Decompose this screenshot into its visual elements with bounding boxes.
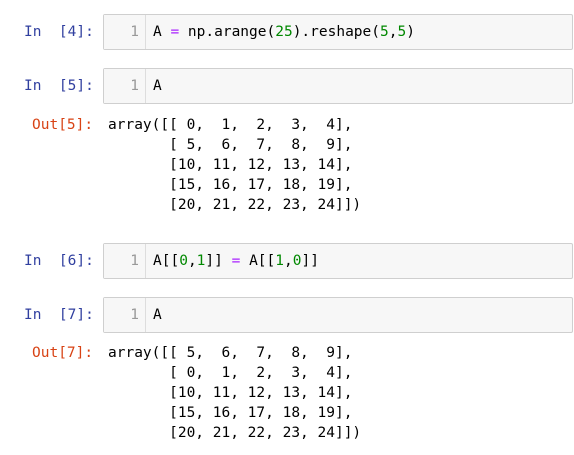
input-prompt: In [4]: [24, 24, 94, 40]
code-token: ]] [301, 253, 319, 269]
code-line[interactable]: A [153, 305, 162, 325]
code-input-box[interactable]: 1 A [103, 297, 573, 333]
code-line[interactable]: A[[0,1]] = A[[1,0]] [153, 251, 319, 271]
line-gutter: 1 [104, 244, 146, 278]
input-prompt: In [7]: [24, 307, 94, 323]
code-number: 5 [397, 24, 407, 40]
code-input-box[interactable]: 1 A[[0,1]] = A[[1,0]] [103, 243, 573, 279]
code-token: A [153, 24, 171, 40]
line-gutter: 1 [104, 69, 146, 103]
line-number: 1 [130, 253, 139, 269]
line-number: 1 [130, 24, 139, 40]
code-token: A[[ [240, 253, 276, 269]
code-token: A[[ [153, 253, 180, 269]
code-number: 1 [275, 253, 284, 269]
input-prompt: In [5]: [24, 78, 94, 94]
line-number: 1 [130, 307, 139, 323]
code-line[interactable]: A = np.arange(25).reshape(5,5) [153, 22, 415, 42]
line-number: 1 [130, 78, 139, 94]
code-token: ).reshape( [292, 24, 381, 40]
output-prompt: Out[5]: [32, 117, 94, 133]
code-number: 0 [179, 253, 188, 269]
output-prompt: Out[7]: [32, 345, 94, 361]
code-input-box[interactable]: 1 A = np.arange(25).reshape(5,5) [103, 14, 573, 50]
input-prompt: In [6]: [24, 253, 94, 269]
line-gutter: 1 [104, 15, 146, 49]
code-operator: = [170, 24, 180, 40]
code-input-box[interactable]: 1 A [103, 68, 573, 104]
cell-output: array([[ 0, 1, 2, 3, 4], [ 5, 6, 7, 8, 9… [108, 117, 362, 213]
code-token: ]] [205, 253, 232, 269]
line-gutter: 1 [104, 298, 146, 332]
code-token: , [284, 253, 293, 269]
code-number: 25 [275, 24, 293, 40]
code-number: 5 [380, 24, 389, 40]
code-line[interactable]: A [153, 76, 162, 96]
code-token: , [187, 253, 197, 269]
code-token: np.arange( [179, 24, 276, 40]
code-token: ) [406, 24, 415, 40]
cell-output: array([[ 5, 6, 7, 8, 9], [ 0, 1, 2, 3, 4… [108, 345, 362, 441]
